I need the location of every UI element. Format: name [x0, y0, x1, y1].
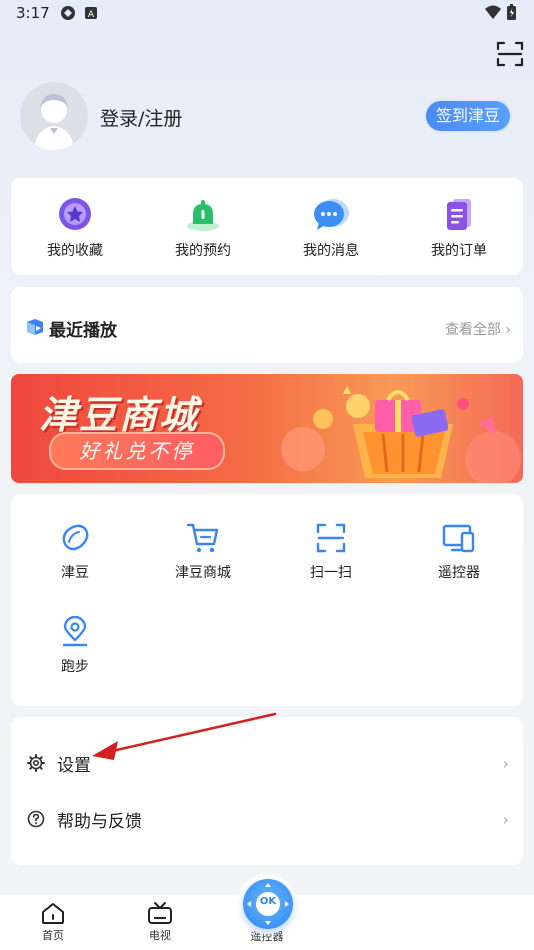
scan-icon [316, 523, 346, 553]
mall-banner[interactable]: 津豆商城 好礼兑不停 [11, 374, 523, 483]
scan-icon[interactable] [496, 40, 524, 68]
banner-title: 津豆商城 [39, 393, 200, 437]
tab-tv-label: 电视 [149, 929, 171, 942]
recent-play-card[interactable]: 最近播放 查看全部 › [11, 287, 523, 363]
tool-bean[interactable]: 津豆 [11, 522, 139, 582]
quick-item-reservations[interactable]: 我的预约 [139, 178, 267, 275]
remote-ok-label: OK [259, 896, 277, 907]
settings-label: 设置 [57, 755, 91, 776]
avatar-person-icon [34, 94, 74, 150]
reservation-bell-icon [187, 200, 219, 231]
status-right-icons [485, 4, 516, 20]
tool-label: 扫一扫 [310, 565, 352, 581]
location-run-icon [62, 616, 88, 647]
chevron-right-icon: › [502, 809, 509, 829]
tool-running[interactable]: 跑步 [11, 616, 139, 676]
tool-label: 津豆 [61, 565, 89, 581]
battery-icon [507, 4, 516, 20]
tool-label: 津豆商城 [175, 565, 231, 581]
status-left-icons: A [60, 5, 98, 21]
tool-bean-mall[interactable]: 津豆商城 [139, 522, 267, 582]
quick-item-label: 我的收藏 [47, 243, 103, 259]
gear-icon [27, 754, 45, 772]
sign-in-bean-button[interactable]: 签到津豆 [425, 101, 510, 131]
tab-home[interactable]: 首页 [23, 901, 83, 943]
gift-basket-illustration [281, 386, 521, 483]
settings-card: 设置 › 帮助与反馈 › [11, 717, 523, 865]
login-register-link[interactable]: 登录/注册 [100, 104, 182, 131]
view-all-link[interactable]: 查看全部 › [445, 319, 511, 339]
remote-ok-button[interactable]: OK [243, 879, 293, 929]
help-feedback-label: 帮助与反馈 [57, 811, 142, 832]
quick-item-favorites[interactable]: 我的收藏 [11, 178, 139, 275]
recent-play-title: 最近播放 [49, 321, 117, 341]
favorites-icon [59, 198, 91, 230]
cart-icon [186, 523, 219, 553]
recent-play-icon [27, 319, 43, 335]
avatar[interactable] [20, 82, 88, 150]
tv-icon [148, 902, 172, 924]
vpn-icon [61, 6, 75, 20]
a-notification-icon: A [85, 7, 97, 20]
chevron-right-icon: › [502, 753, 509, 773]
settings-row[interactable]: 设置 › [11, 743, 523, 783]
tab-home-label: 首页 [42, 929, 64, 942]
status-time: 3:17 [16, 4, 50, 22]
tool-remote[interactable]: 遥控器 [395, 522, 523, 582]
chevron-right-icon: › [505, 322, 511, 338]
remote-devices-icon [442, 524, 475, 553]
message-icon [314, 199, 349, 230]
quick-links-card: 我的收藏 我的预约 我的消息 我的订单 [11, 178, 523, 275]
tools-card: 津豆 津豆商城 扫一扫 遥控器 跑步 [11, 494, 523, 706]
bean-icon [62, 524, 89, 551]
quick-item-orders[interactable]: 我的订单 [395, 178, 523, 275]
tool-label: 跑步 [61, 659, 89, 675]
tool-label: 遥控器 [438, 565, 480, 581]
home-icon [42, 903, 64, 924]
svg-text:A: A [88, 10, 95, 20]
banner-subtitle: 好礼兑不停 [49, 432, 225, 470]
view-all-label: 查看全部 [444, 322, 501, 338]
quick-item-label: 我的订单 [431, 243, 487, 259]
tool-scan[interactable]: 扫一扫 [267, 522, 395, 582]
tab-tv[interactable]: 电视 [130, 901, 190, 943]
quick-item-label: 我的预约 [175, 243, 231, 259]
wifi-icon [485, 5, 501, 19]
help-icon [27, 810, 45, 828]
order-icon [447, 199, 471, 230]
help-feedback-row[interactable]: 帮助与反馈 › [11, 799, 523, 839]
quick-item-messages[interactable]: 我的消息 [267, 178, 395, 275]
quick-item-label: 我的消息 [303, 243, 359, 259]
